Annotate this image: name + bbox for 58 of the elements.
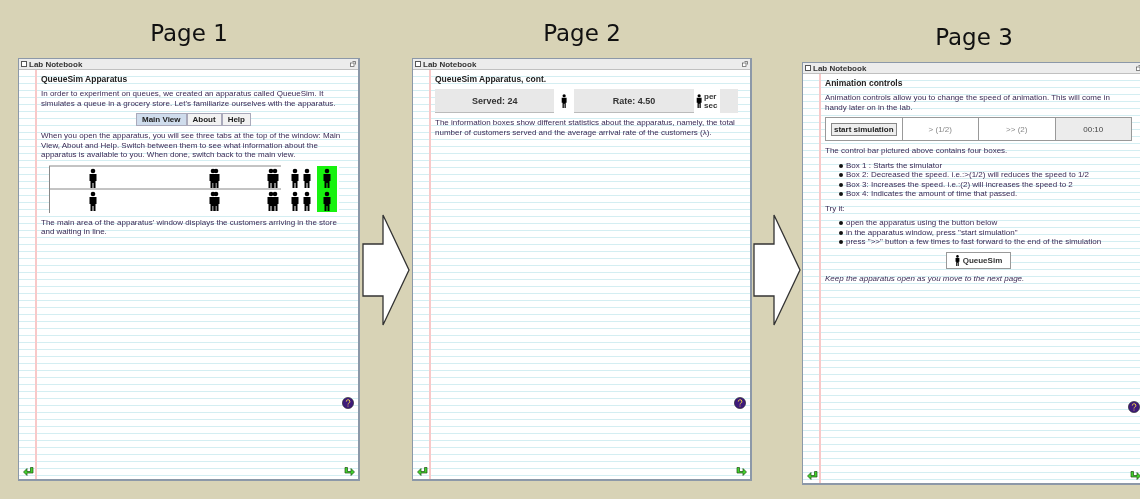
help-icon[interactable]: [1128, 401, 1140, 413]
speed-control[interactable]: >> (2): [979, 118, 1056, 140]
stat-value: Rate: 4.50: [574, 89, 694, 113]
unit-label: per sec: [704, 92, 718, 110]
list-item: in the apparatus window, press "start simulation": [846, 227, 1018, 237]
window-title: Lab Notebook: [813, 63, 869, 73]
help-icon[interactable]: [342, 397, 354, 409]
start-button[interactable]: start simulation: [830, 122, 897, 136]
paragraph: The main area of the apparatus' window displays the customers arriving in the store and waiting in line.: [41, 217, 338, 237]
list-item: Box 4: Indicates the amount of time that passed.: [846, 189, 1018, 199]
section-heading: QueueSim Apparatus: [41, 74, 129, 84]
person-icon: [695, 94, 702, 108]
paragraph: The control bar pictured above contains four boxes.: [825, 146, 1009, 156]
tab[interactable]: About: [186, 113, 222, 126]
bullet-icon: [839, 221, 843, 225]
person-icon: [561, 94, 568, 108]
figure-icon: [954, 254, 960, 266]
page-label: Page 2: [543, 20, 621, 46]
paragraph: Try it:: [825, 203, 846, 213]
list-item: open the apparatus using the button below: [846, 218, 998, 228]
list-item: Box 2: Decreased the speed. i.e.:>(1/2) will reduces the speed to 1/2: [846, 170, 1090, 180]
paragraph: Animation controls allow you to change the speed of animation. This will come in handy later on in the lab.: [825, 93, 1111, 112]
note-text: Keep the apparatus open as you move to the next page.: [825, 273, 1026, 283]
forward-arrow-icon[interactable]: [1130, 471, 1140, 480]
bullet-icon: [839, 173, 843, 177]
back-arrow-icon[interactable]: [417, 467, 428, 476]
page-label: Page 1: [150, 20, 228, 46]
checkbox-icon: [415, 61, 421, 67]
bullet-icon: [839, 230, 843, 235]
help-icon[interactable]: [734, 397, 746, 409]
forward-arrow-icon[interactable]: [344, 467, 355, 476]
list-item: Box 1 : Starts the simulator: [846, 160, 943, 170]
section-heading: QueueSim Apparatus, cont.: [435, 74, 548, 84]
restore-icon[interactable]: [742, 61, 748, 67]
list-item: Box 3: Increases the speed. i.e.:(2) will increases the speed to 2: [846, 179, 1073, 189]
tab[interactable]: Main View: [136, 113, 187, 126]
window-title: Lab Notebook: [29, 59, 85, 69]
paragraph: The information boxes show different statistics about the apparatus, namely, the total number of customers served and the average arrival rate of the customers (λ).: [435, 118, 736, 137]
paragraph: In order to experiment on queues, we created an apparatus called QueueSim. It simulates a queue in a grocery store. Let's familiarize ourselves with the apparatus.: [41, 89, 337, 108]
bullet-icon: [839, 192, 843, 196]
bullet-icon: [839, 182, 843, 187]
speed-control[interactable]: > (1/2): [902, 118, 979, 140]
back-arrow-icon[interactable]: [23, 467, 34, 476]
page-label: Page 3: [935, 24, 1013, 50]
forward-arrow-icon[interactable]: [736, 467, 747, 476]
restore-icon[interactable]: [350, 61, 356, 67]
back-arrow-icon[interactable]: [807, 471, 818, 480]
timer-display: 00:10: [1055, 118, 1131, 140]
window-title: Lab Notebook: [423, 59, 479, 69]
checkbox-icon: [805, 65, 811, 71]
bullet-icon: [839, 163, 843, 168]
section-heading: Animation controls: [825, 78, 904, 88]
tab[interactable]: Help: [221, 113, 251, 126]
paragraph: When you open the apparatus, you will see three tabs at the top of the window: Main View, About and Help. Switch between them to see what information about the apparatus is available to you. When done, switch back to the main view.: [41, 131, 342, 160]
bullet-icon: [839, 240, 843, 244]
launch-button[interactable]: QueueSim: [945, 251, 1012, 269]
list-item: press ">>" button a few times to fast forward to the end of the simulation: [846, 237, 1102, 247]
checkbox-icon: [21, 61, 27, 67]
